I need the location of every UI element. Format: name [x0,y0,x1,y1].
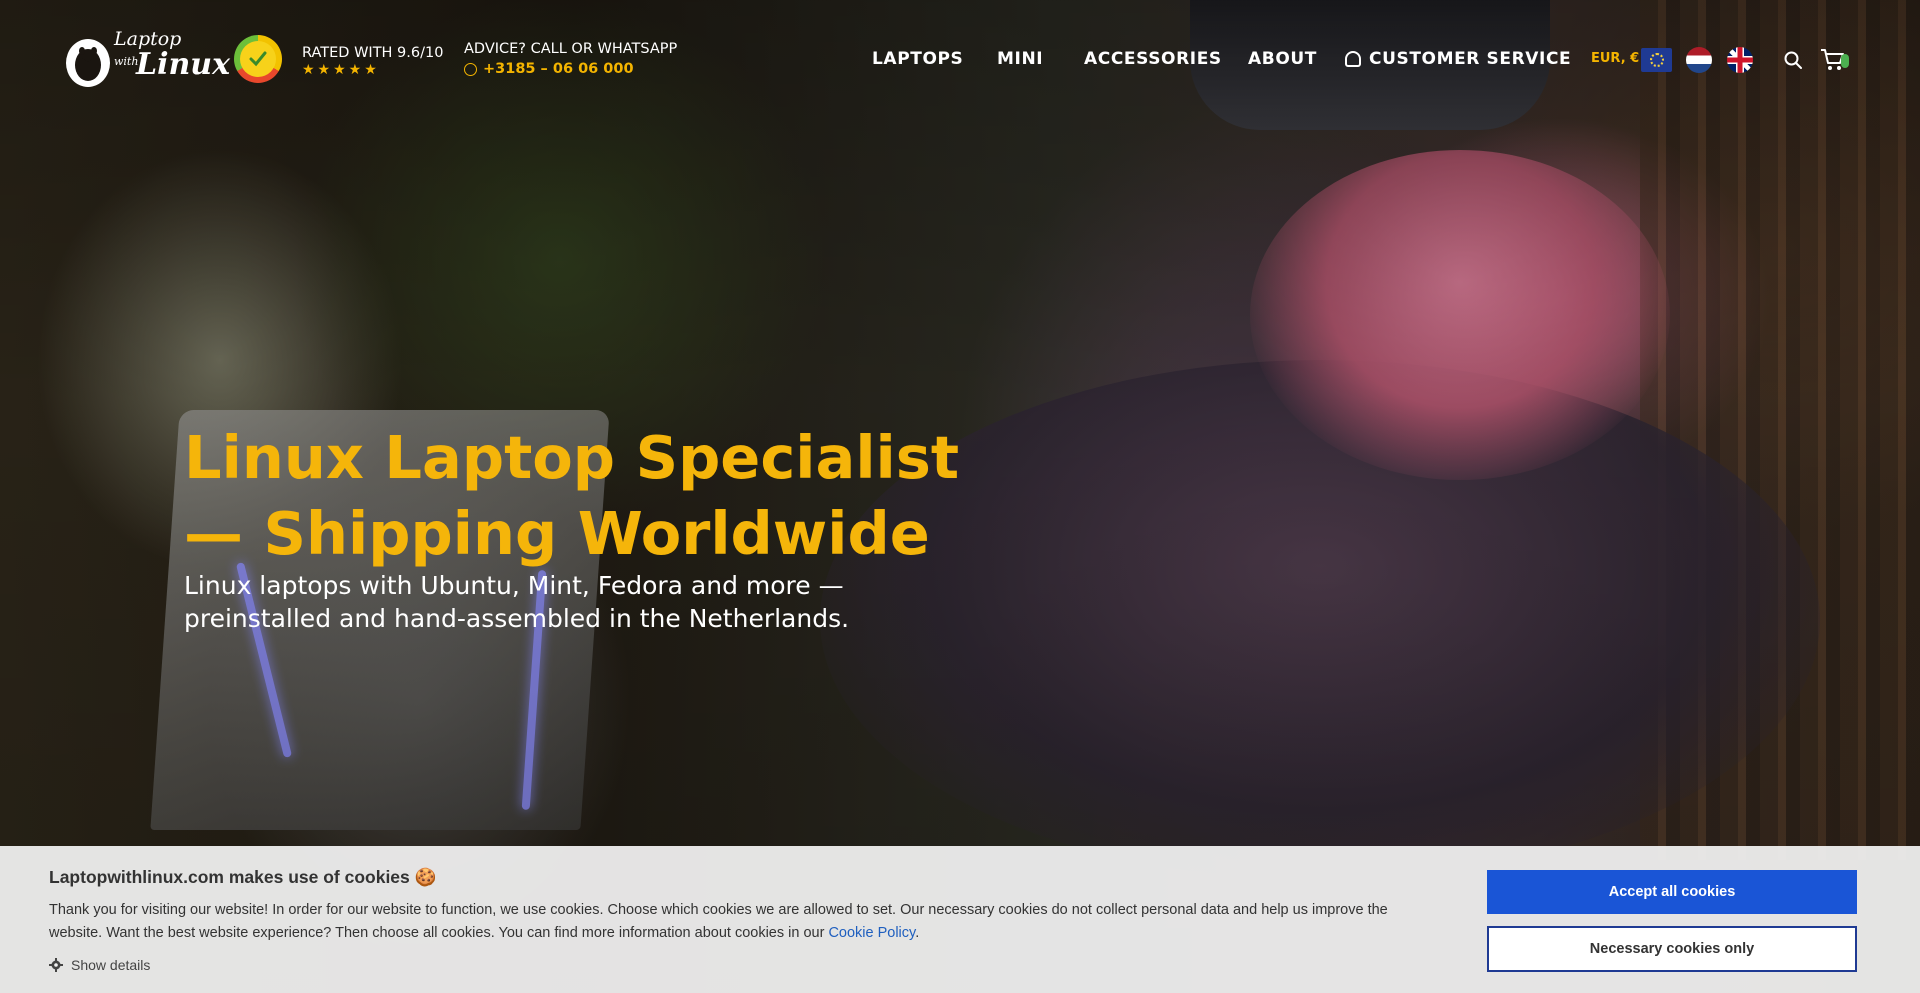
phone-number: +3185 – 06 06 000 [483,61,634,77]
cookie-body: Thank you for visiting our website! In o… [49,899,1419,945]
penguin-logo-icon [66,39,110,87]
checkmark-icon [249,51,267,67]
cart-count-badge [1841,54,1849,68]
eu-flag-icon[interactable] [1641,48,1672,72]
gb-flag-icon[interactable] [1727,47,1753,73]
currency-selector[interactable]: EUR, € [1591,51,1639,66]
necessary-cookies-button[interactable]: Necessary cookies only [1487,926,1857,972]
site-logo[interactable]: Laptop with Linux [62,28,230,92]
cookie-body-text: Thank you for visiting our website! In o… [49,902,1388,941]
cookie-title: Laptopwithlinux.com makes use of cookies… [49,867,437,887]
nav-about[interactable]: ABOUT [1248,48,1317,70]
nav-customer-service[interactable]: CUSTOMER SERVICE [1345,48,1571,70]
hero-title: Linux Laptop Specialist — Shipping World… [184,423,960,568]
nav-mini[interactable]: MINI [997,48,1043,70]
cookie-banner: Laptopwithlinux.com makes use of cookies… [0,846,1920,993]
site-header: Laptop with Linux RATED WITH 9.6/10 ★★★★… [0,0,1920,120]
logo-line-2: with [114,55,139,68]
rating-badge-icon[interactable] [234,35,282,83]
gear-icon [49,958,63,972]
logo-line-3: Linux [136,47,230,82]
search-icon[interactable] [1784,51,1802,69]
rating-stars: ★★★★★ [302,62,380,78]
hero-subtitle: Linux laptops with Ubuntu, Mint, Fedora … [184,571,850,633]
cookie-policy-link[interactable]: Cookie Policy [828,925,915,941]
advice-label: ADVICE? CALL OR WHATSAPP [464,41,678,57]
nav-laptops[interactable]: LAPTOPS [872,48,963,70]
show-details-toggle[interactable]: Show details [49,957,150,973]
whatsapp-icon [464,62,477,76]
nav-accessories[interactable]: ACCESSORIES [1084,48,1222,70]
advice-phone-link[interactable]: +3185 – 06 06 000 [464,61,634,77]
show-details-label: Show details [71,957,151,973]
nl-flag-icon[interactable] [1686,47,1712,73]
cookie-body-suffix: . [915,925,920,941]
headset-icon [1345,51,1361,67]
accept-all-cookies-button[interactable]: Accept all cookies [1487,870,1857,914]
rating-text: RATED WITH 9.6/10 [302,45,444,61]
nav-customer-service-label: CUSTOMER SERVICE [1369,49,1572,69]
